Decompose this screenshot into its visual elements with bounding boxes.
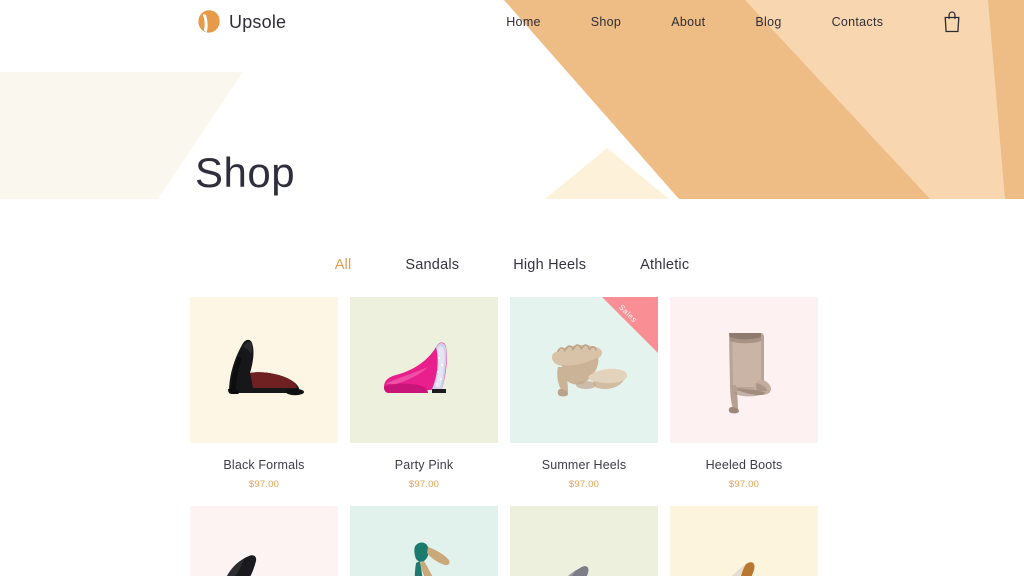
product-name: Summer Heels <box>541 458 627 472</box>
product-card-summer-heels[interactable]: Sales Summer Heels $97.00 <box>510 297 658 490</box>
taupe-bootie-illustration <box>728 333 771 414</box>
teal-strappy-illustration <box>414 542 450 576</box>
nav-item: Contacts <box>807 15 909 29</box>
nav-link-home[interactable]: Home <box>481 15 566 29</box>
nav-item: Shop <box>566 15 646 29</box>
product-name: Party Pink <box>394 458 454 472</box>
pink-platform-illustration <box>384 342 447 393</box>
page-title: Shop <box>195 149 296 196</box>
filter-tab-athletic[interactable]: Athletic <box>613 257 716 273</box>
nav-item: Home <box>481 15 566 29</box>
product-card-row2-4[interactable] <box>670 506 818 576</box>
product-name: Heeled Boots <box>705 458 783 472</box>
product-thumbnail <box>350 297 498 443</box>
product-thumbnail <box>670 297 818 443</box>
product-card-black-formals[interactable]: Black Formals $97.00 <box>190 297 338 490</box>
product-price: $97.00 <box>408 479 440 490</box>
product-price: $97.00 <box>248 479 280 490</box>
nav-link-shop[interactable]: Shop <box>566 15 646 29</box>
product-thumbnail <box>350 506 498 576</box>
product-thumbnail <box>190 297 338 443</box>
nav-item: About <box>646 15 730 29</box>
product-grid: Black Formals $97.00 Party Pink $97.00 S… <box>190 297 834 576</box>
tan-pointed-illustration <box>731 562 755 576</box>
black-pump-row2-illustration <box>227 555 257 576</box>
nav-link-about[interactable]: About <box>646 15 730 29</box>
grey-pointed-illustration <box>567 566 589 576</box>
product-card-heeled-boots[interactable]: Heeled Boots $97.00 <box>670 297 818 490</box>
product-price: $97.00 <box>728 479 760 490</box>
product-card-party-pink[interactable]: Party Pink $97.00 <box>350 297 498 490</box>
main-navbar: Upsole Home Shop About Blog Contacts <box>0 0 1024 44</box>
product-thumbnail <box>190 506 338 576</box>
hero-section: Upsole Home Shop About Blog Contacts Sho… <box>0 0 1024 199</box>
product-price: $97.00 <box>568 479 600 490</box>
nude-sandal-illustration <box>551 344 627 397</box>
nav-link-blog[interactable]: Blog <box>730 15 806 29</box>
black-pump-illustration <box>228 339 304 396</box>
nav-item: Blog <box>730 15 806 29</box>
nav-links-list: Home Shop About Blog Contacts <box>481 15 908 29</box>
brand-logo-link[interactable]: Upsole <box>197 9 286 35</box>
product-name: Black Formals <box>223 458 305 472</box>
cart-button[interactable] <box>942 10 962 34</box>
upsole-shoe-logo-icon <box>198 10 220 33</box>
filter-tab-all[interactable]: All <box>308 257 379 273</box>
product-thumbnail <box>510 506 658 576</box>
category-filter-bar: All Sandals High Heels Athletic <box>0 257 1024 273</box>
nav-link-contacts[interactable]: Contacts <box>807 15 909 29</box>
product-card-row2-3[interactable] <box>510 506 658 576</box>
product-card-row2-1[interactable] <box>190 506 338 576</box>
product-card-row2-2[interactable] <box>350 506 498 576</box>
product-thumbnail <box>670 506 818 576</box>
filter-tab-high-heels[interactable]: High Heels <box>486 257 613 273</box>
brand-name: Upsole <box>229 11 287 32</box>
product-grid-section: Black Formals $97.00 Party Pink $97.00 S… <box>190 297 834 576</box>
product-thumbnail: Sales <box>510 297 658 443</box>
shopping-bag-icon <box>944 11 960 33</box>
filter-tab-sandals[interactable]: Sandals <box>378 257 486 273</box>
